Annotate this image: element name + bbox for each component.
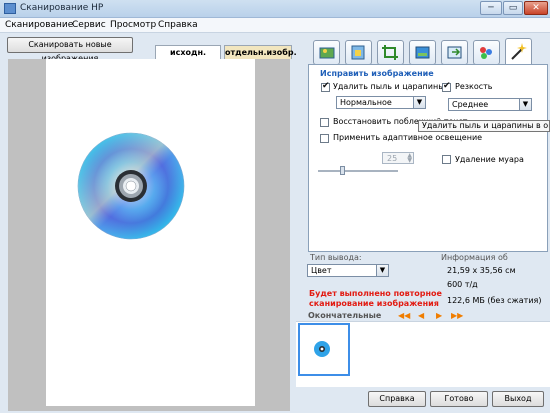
image-type-icon (319, 47, 335, 59)
crop-icon (382, 45, 398, 60)
minimize-button[interactable]: ─ (480, 1, 502, 15)
done-button[interactable]: Готово (430, 391, 488, 407)
tab-separate-image[interactable]: отдельн.изобр. (224, 45, 297, 59)
help-button[interactable]: Справка (368, 391, 426, 407)
light-slider-thumb[interactable] (340, 166, 345, 175)
panel-heading: Исправить изображение (320, 69, 434, 78)
sharpness-level-value: Среднее (452, 100, 489, 109)
moire-checkbox[interactable] (442, 155, 451, 164)
first-page-icon[interactable]: ◀◀ (398, 311, 410, 320)
output-type-select[interactable]: Цвет ▼ (307, 264, 389, 277)
last-page-icon[interactable]: ▶▶ (451, 311, 463, 320)
scan-new-images-button[interactable]: Сканировать новые изображения (7, 37, 133, 63)
cd-thumbnail-icon (314, 341, 330, 357)
rescan-warning-2: сканирование изображения (309, 299, 439, 308)
sharpness-label: Резкость (455, 82, 493, 91)
moire-label: Удаление муара (455, 155, 524, 164)
remove-dust-label: Удалить пыль и царапины (333, 82, 445, 91)
maximize-icon: ▭ (508, 3, 518, 13)
menu-help[interactable]: Справка (158, 20, 198, 30)
spin-value: 25 (387, 154, 398, 163)
app-icon (4, 3, 16, 14)
restore-text-checkbox[interactable] (320, 118, 329, 127)
minimize-icon: ─ (488, 3, 494, 13)
light-slider-track (318, 170, 398, 172)
dust-level-value: Нормальное (340, 98, 392, 107)
chevron-down-icon: ▼ (519, 99, 531, 110)
fix-image-tab[interactable] (505, 38, 532, 67)
crop-tab[interactable] (377, 40, 404, 65)
adaptive-light-checkbox[interactable] (320, 134, 329, 143)
window-title: Сканирование HP (20, 3, 104, 13)
tooltip: Удалить пыль и царапины в оконч (418, 120, 550, 132)
close-icon: ✕ (532, 3, 540, 13)
cd-disc-image (77, 132, 185, 240)
info-label: Информация об (441, 253, 508, 262)
chevron-down-icon: ▼ (376, 265, 388, 276)
export-tab[interactable] (441, 40, 468, 65)
resize-tab[interactable] (345, 40, 372, 65)
adjust-icon (415, 46, 430, 59)
chevron-down-icon: ▼ (413, 97, 425, 108)
menu-view[interactable]: Просмотр (110, 20, 156, 30)
remove-dust-checkbox[interactable] (321, 81, 330, 92)
color-icon (480, 47, 492, 59)
output-type-label: Тип вывода: (310, 253, 362, 262)
menu-scan[interactable]: Сканирование (5, 20, 73, 30)
menu-bar: Сканирование Сервис Просмотр Справка (0, 18, 550, 33)
adaptive-light-label: Применить адаптивное освещение (333, 133, 483, 142)
dust-level-select[interactable]: Нормальное ▼ (336, 96, 426, 109)
spin-arrows-icon: ▲ ▼ (407, 152, 412, 164)
prev-page-icon[interactable]: ◀ (418, 311, 424, 320)
info-size: 21,59 x 35,56 см (447, 266, 516, 275)
final-image-thumbnail[interactable] (298, 323, 350, 376)
exit-button[interactable]: Выход (492, 391, 544, 407)
sharpness-checkbox[interactable] (442, 81, 451, 92)
scanned-page[interactable] (46, 59, 255, 406)
image-type-tab[interactable] (313, 40, 340, 65)
rescan-warning-1: Будет выполнено повторное (309, 289, 442, 298)
fix-image-icon (511, 43, 527, 60)
next-page-icon[interactable]: ▶ (436, 311, 442, 320)
adjust-tab[interactable] (409, 40, 436, 65)
sharpness-level-select[interactable]: Среднее ▼ (448, 98, 532, 111)
info-dpi: 600 т/д (447, 280, 478, 289)
output-type-value: Цвет (311, 266, 332, 275)
menu-service[interactable]: Сервис (72, 20, 106, 30)
close-button[interactable]: ✕ (524, 1, 548, 15)
light-level-spinner[interactable]: 25 ▲ ▼ (382, 152, 414, 164)
maximize-button[interactable]: ▭ (503, 1, 523, 15)
title-bar: Сканирование HP ─ ▭ ✕ (0, 0, 550, 18)
resize-icon (351, 45, 365, 60)
info-filesize: 122,6 МБ (без сжатия) (447, 296, 542, 305)
tab-original-image[interactable]: исходн. изобр. (155, 45, 221, 70)
final-images-label: Окончательные (308, 311, 382, 320)
export-icon (447, 46, 462, 59)
color-tab[interactable] (473, 40, 500, 65)
